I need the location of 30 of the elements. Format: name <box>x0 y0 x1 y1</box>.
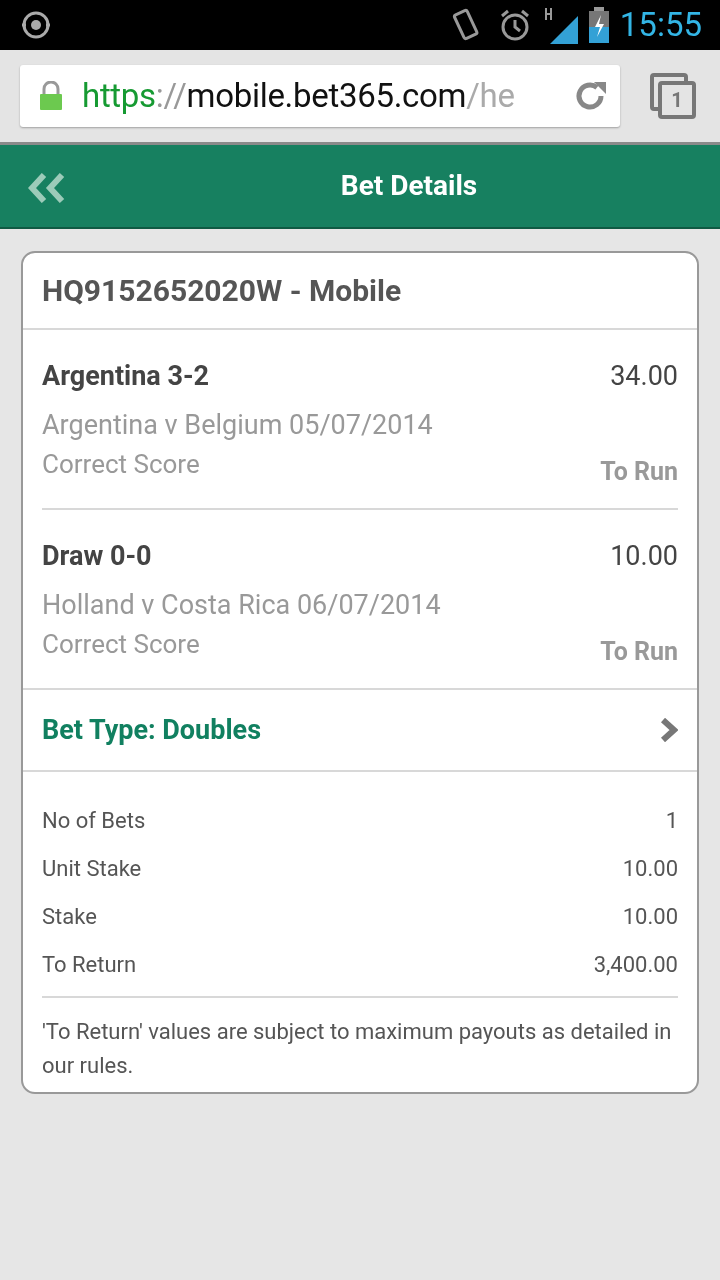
clock: 15:55 <box>619 4 702 47</box>
selection-name: Draw 0-0 <box>42 539 152 574</box>
summary-value: 10.00 <box>622 855 678 883</box>
summary-value: 1 <box>665 807 678 835</box>
odds: 34.00 <box>610 359 678 394</box>
chevron-right-icon <box>660 718 678 742</box>
signal-icon <box>543 6 580 44</box>
summary-value: 3,400.00 <box>593 951 678 979</box>
odds: 10.00 <box>610 539 678 574</box>
summary-label: No of Bets <box>42 807 146 835</box>
bet-status: To Run <box>600 455 678 488</box>
summary-label: To Return <box>42 951 137 979</box>
bet-type-row[interactable]: Bet Type: Doubles <box>23 688 697 772</box>
event-name: Holland v Costa Rica 06/07/2014 <box>42 587 441 623</box>
page-title: Bet Details <box>339 168 478 204</box>
padlock-icon <box>38 81 64 111</box>
summary-value: 10.00 <box>622 903 678 931</box>
summary-label: Stake <box>42 903 97 931</box>
selection-name: Argentina 3-2 <box>42 359 210 394</box>
bet-reference: HQ9152652020W - Mobile <box>42 272 402 310</box>
battery-charging-icon <box>587 7 610 43</box>
url-field[interactable]: https://mobile.bet365.com/he <box>20 65 620 127</box>
url-text: https://mobile.bet365.com/he <box>82 75 516 118</box>
summary-label: Unit Stake <box>42 855 142 883</box>
event-name: Argentina v Belgium 05/07/2014 <box>42 407 433 443</box>
market-name: Correct Score <box>42 448 200 481</box>
market-name: Correct Score <box>42 628 200 661</box>
back-icon[interactable] <box>28 173 66 203</box>
bet-status: To Run <box>600 635 678 668</box>
payout-note: 'To Return' values are subject to maximum payouts as detailed in our rules. <box>42 1018 673 1080</box>
